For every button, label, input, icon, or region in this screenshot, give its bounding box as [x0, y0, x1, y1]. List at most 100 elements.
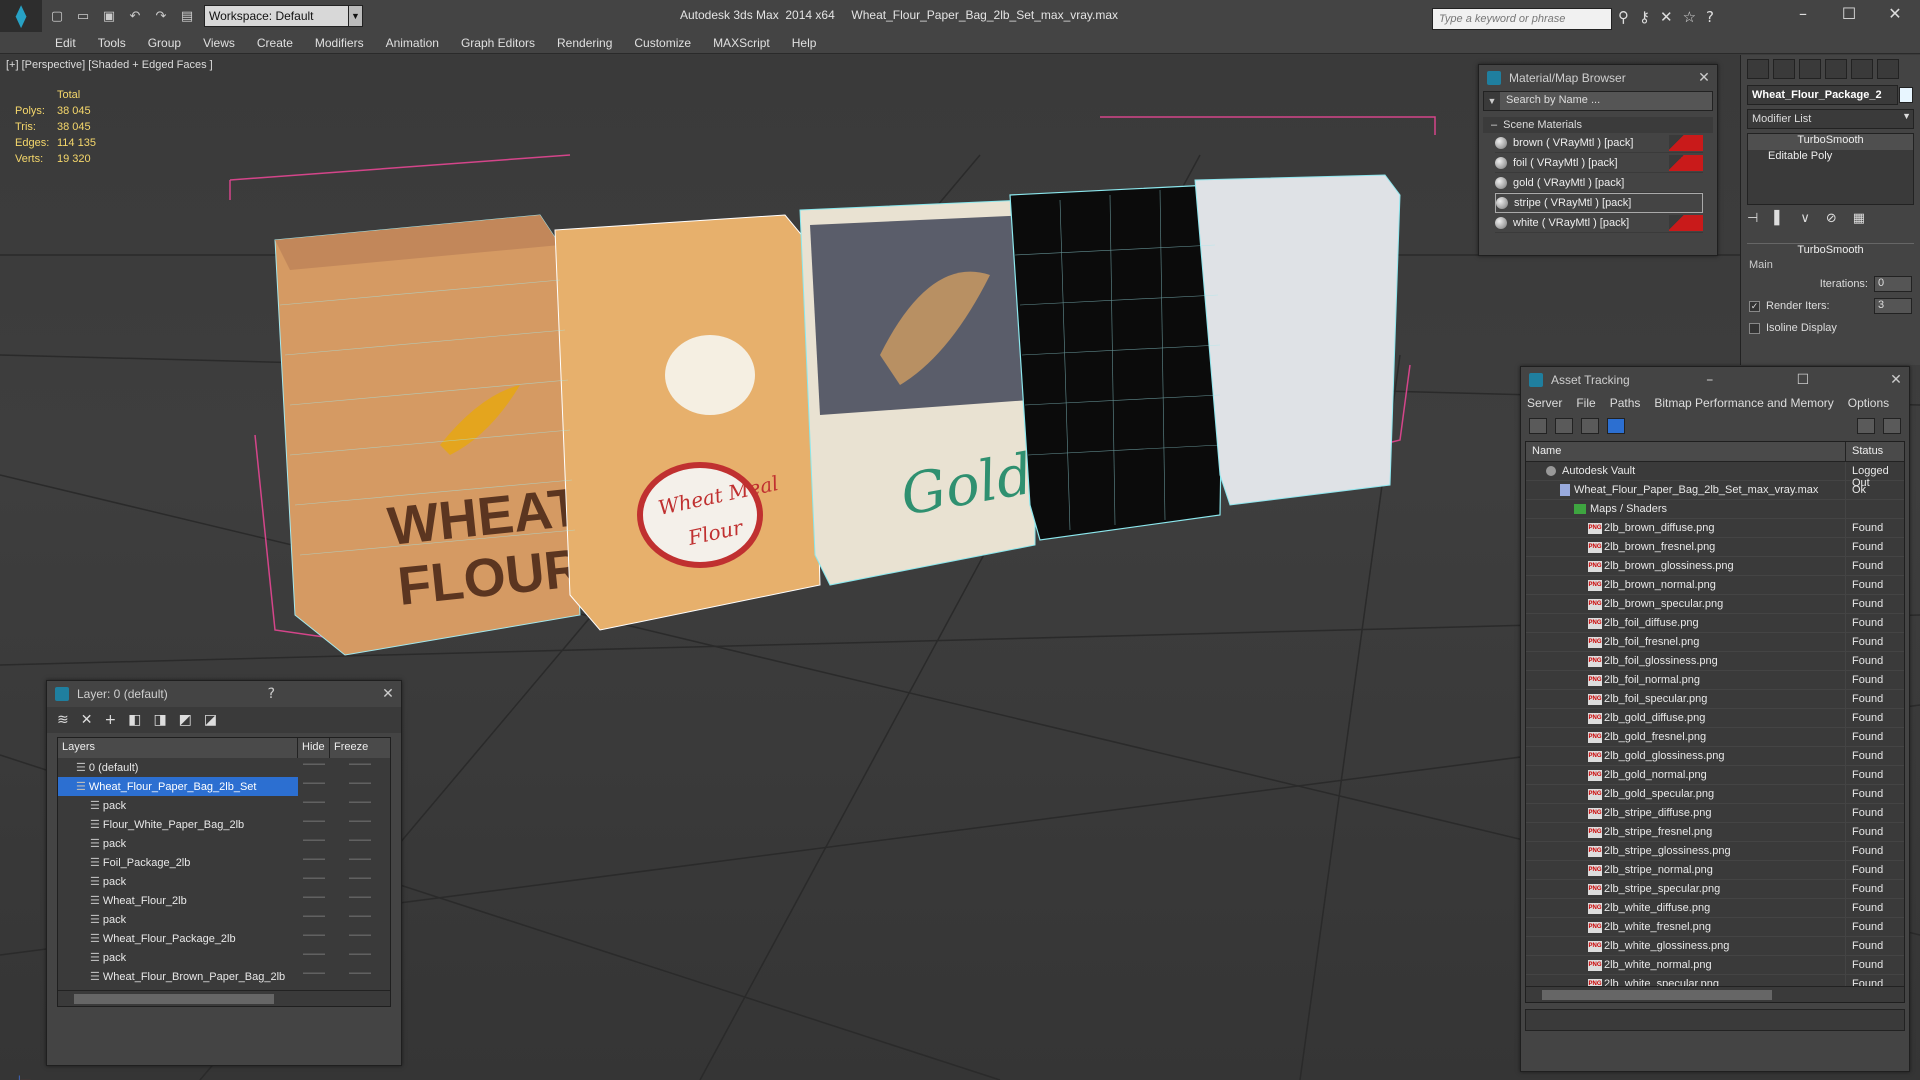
- menu-server[interactable]: Server: [1527, 396, 1562, 410]
- freeze-toggle[interactable]: ——: [330, 891, 390, 910]
- hide-toggle[interactable]: ——: [298, 872, 330, 891]
- layers-icon[interactable]: ≋: [57, 712, 69, 728]
- table-view-icon[interactable]: [1607, 418, 1625, 434]
- pin-stack-icon[interactable]: ⊣: [1747, 211, 1758, 233]
- freeze-toggle[interactable]: ——: [330, 948, 390, 967]
- stack-item-editable-poly[interactable]: Editable Poly: [1748, 150, 1913, 166]
- column-status[interactable]: Status: [1846, 442, 1904, 461]
- menu-paths[interactable]: Paths: [1610, 396, 1641, 410]
- star-icon[interactable]: ☆: [1683, 8, 1696, 26]
- project-folder-icon[interactable]: ▤: [176, 5, 198, 27]
- hide-toggle[interactable]: ——: [298, 815, 330, 834]
- column-name[interactable]: Name: [1526, 442, 1846, 461]
- hide-toggle[interactable]: ——: [298, 758, 330, 777]
- redo-icon[interactable]: ↷: [150, 5, 172, 27]
- layer-row[interactable]: ☰ pack —— ——: [58, 910, 390, 929]
- asset-horizontal-scrollbar[interactable]: [1526, 986, 1904, 1002]
- layer-row[interactable]: ☰ 0 (default) —— ——: [58, 758, 390, 777]
- menu-bitmap-performance[interactable]: Bitmap Performance and Memory: [1654, 396, 1833, 410]
- freeze-toggle[interactable]: ——: [330, 815, 390, 834]
- column-hide[interactable]: Hide: [298, 738, 330, 758]
- material-item[interactable]: gold ( VRayMtl ) [pack]: [1495, 173, 1703, 193]
- table-row[interactable]: PNG 2lb_white_normal.png Found: [1526, 956, 1904, 975]
- list-view-icon[interactable]: [1555, 418, 1573, 434]
- table-row[interactable]: PNG 2lb_gold_fresnel.png Found: [1526, 728, 1904, 747]
- layer-row[interactable]: ☰ pack —— ——: [58, 948, 390, 967]
- select-objects-icon[interactable]: ◧: [128, 712, 141, 728]
- workspace-select[interactable]: Workspace: Default: [204, 5, 349, 27]
- hide-toggle[interactable]: ——: [298, 853, 330, 872]
- freeze-toggle[interactable]: ——: [330, 834, 390, 853]
- menu-maxscript[interactable]: MAXScript: [713, 36, 770, 50]
- freeze-toggle[interactable]: ——: [330, 967, 390, 986]
- menu-edit[interactable]: Edit: [55, 36, 76, 50]
- create-tab-icon[interactable]: [1747, 59, 1769, 79]
- add-layer-icon[interactable]: +: [104, 712, 116, 728]
- hierarchy-tab-icon[interactable]: [1799, 59, 1821, 79]
- show-end-result-icon[interactable]: ▌: [1774, 211, 1784, 233]
- delete-layer-icon[interactable]: ✕: [81, 712, 93, 728]
- hide-toggle[interactable]: ——: [298, 777, 330, 796]
- help-icon[interactable]: ?: [258, 686, 284, 702]
- motion-tab-icon[interactable]: [1825, 59, 1847, 79]
- table-row[interactable]: PNG 2lb_brown_glossiness.png Found: [1526, 557, 1904, 576]
- hide-toggle[interactable]: ——: [298, 910, 330, 929]
- layer-row[interactable]: ☰ Wheat_Flour_Paper_Bag_2lb_Set————: [58, 777, 390, 796]
- menu-group[interactable]: Group: [148, 36, 181, 50]
- hide-toggle[interactable]: ——: [298, 796, 330, 815]
- maximize-icon[interactable]: ☐: [1790, 372, 1816, 388]
- table-row[interactable]: PNG 2lb_foil_fresnel.png Found: [1526, 633, 1904, 652]
- menu-tools[interactable]: Tools: [98, 36, 126, 50]
- rollout-title[interactable]: TurboSmooth: [1747, 243, 1914, 259]
- table-row[interactable]: PNG 2lb_foil_normal.png Found: [1526, 671, 1904, 690]
- material-item[interactable]: stripe ( VRayMtl ) [pack]: [1495, 193, 1703, 213]
- table-row[interactable]: PNG 2lb_stripe_fresnel.png Found: [1526, 823, 1904, 842]
- layer-row[interactable]: ☰ Wheat_Flour_2lb —— ——: [58, 891, 390, 910]
- table-row[interactable]: PNG 2lb_foil_specular.png Found: [1526, 690, 1904, 709]
- table-row[interactable]: PNG 2lb_white_diffuse.png Found: [1526, 899, 1904, 918]
- close-icon[interactable]: ✕: [375, 686, 401, 702]
- menu-modifiers[interactable]: Modifiers: [315, 36, 364, 50]
- layer-row[interactable]: ☰ pack —— ——: [58, 872, 390, 891]
- table-row[interactable]: PNG 2lb_stripe_diffuse.png Found: [1526, 804, 1904, 823]
- chevron-down-icon[interactable]: ▼: [349, 5, 363, 27]
- table-row[interactable]: PNG 2lb_foil_glossiness.png Found: [1526, 652, 1904, 671]
- freeze-toggle[interactable]: ——: [330, 853, 390, 872]
- menu-views[interactable]: Views: [203, 36, 235, 50]
- iterations-spinner[interactable]: 0: [1874, 276, 1912, 292]
- hide-all-icon[interactable]: ◩: [179, 712, 192, 728]
- close-icon[interactable]: ✕: [1691, 70, 1717, 86]
- render-iters-spinner[interactable]: 3: [1874, 298, 1912, 314]
- object-name-field[interactable]: Wheat_Flour_Package_2: [1747, 85, 1913, 105]
- close-icon[interactable]: ✕: [1872, 4, 1918, 23]
- freeze-toggle[interactable]: ——: [330, 929, 390, 948]
- table-row[interactable]: PNG 2lb_stripe_normal.png Found: [1526, 861, 1904, 880]
- scroll-thumb[interactable]: [74, 994, 274, 1004]
- freeze-toggle[interactable]: ——: [330, 758, 390, 777]
- save-file-icon[interactable]: ▣: [98, 5, 120, 27]
- layer-row[interactable]: ☰ pack —— ——: [58, 834, 390, 853]
- undo-icon[interactable]: ↶: [124, 5, 146, 27]
- column-freeze[interactable]: Freeze: [330, 738, 390, 758]
- column-layers[interactable]: Layers: [58, 738, 298, 758]
- menu-customize[interactable]: Customize: [634, 36, 691, 50]
- modify-tab-icon[interactable]: [1773, 59, 1795, 79]
- app-logo-icon[interactable]: ⧫: [0, 0, 42, 32]
- object-color-swatch[interactable]: [1899, 87, 1913, 103]
- table-row[interactable]: PNG 2lb_foil_diffuse.png Found: [1526, 614, 1904, 633]
- remove-modifier-icon[interactable]: ⊘: [1826, 211, 1837, 233]
- hide-toggle[interactable]: ——: [298, 834, 330, 853]
- table-row[interactable]: PNG 2lb_white_glossiness.png Found: [1526, 937, 1904, 956]
- hide-toggle[interactable]: ——: [298, 929, 330, 948]
- table-row[interactable]: PNG 2lb_gold_specular.png Found: [1526, 785, 1904, 804]
- render-iters-checkbox[interactable]: ✓: [1749, 300, 1760, 312]
- open-file-icon[interactable]: ▭: [72, 5, 94, 27]
- layer-horizontal-scrollbar[interactable]: [58, 990, 390, 1006]
- close-icon[interactable]: ✕: [1883, 372, 1909, 388]
- table-row[interactable]: PNG 2lb_white_fresnel.png Found: [1526, 918, 1904, 937]
- freeze-all-icon[interactable]: ◪: [204, 712, 217, 728]
- maximize-icon[interactable]: ☐: [1826, 4, 1872, 23]
- hide-toggle[interactable]: ——: [298, 967, 330, 986]
- menu-help[interactable]: Help: [792, 36, 817, 50]
- table-row[interactable]: PNG 2lb_gold_glossiness.png Found: [1526, 747, 1904, 766]
